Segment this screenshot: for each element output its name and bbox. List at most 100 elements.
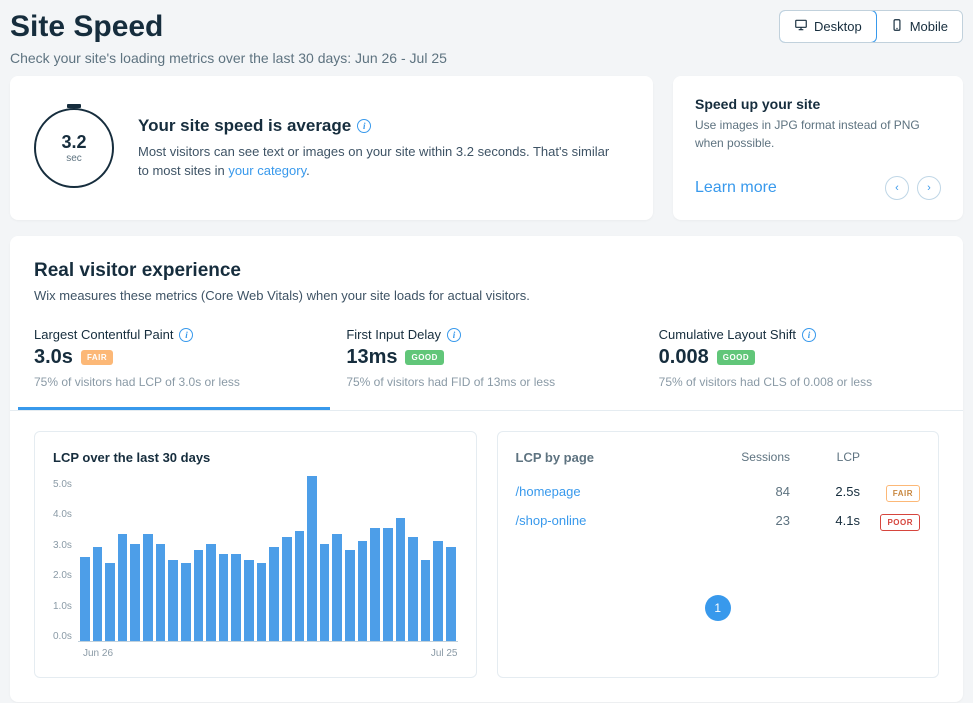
- device-mobile-button[interactable]: Mobile: [876, 11, 962, 42]
- chart-bar: [282, 537, 292, 641]
- experience-card: Real visitor experience Wix measures the…: [10, 236, 963, 702]
- x-end-label: Jul 25: [431, 648, 458, 659]
- pagination: 1: [516, 595, 921, 621]
- chart-bar: [396, 518, 406, 641]
- chart-bar: [105, 563, 115, 641]
- chart-bar: [130, 544, 140, 641]
- info-icon[interactable]: [357, 119, 371, 133]
- chart-bar: [156, 544, 166, 641]
- chart-bar: [143, 534, 153, 641]
- metric-tab-2[interactable]: Cumulative Layout Shift 0.008 GOOD 75% of v…: [643, 327, 955, 410]
- info-icon[interactable]: [179, 328, 193, 342]
- chart-bar: [80, 557, 90, 641]
- metric-sub: 75% of visitors had FID of 13ms or less: [346, 375, 626, 389]
- chart-bar: [231, 554, 241, 641]
- device-desktop-label: Desktop: [814, 19, 862, 34]
- chart-bar: [421, 560, 431, 641]
- table-title: LCP by page: [516, 450, 711, 465]
- summary-body: Most visitors can see text or images on …: [138, 142, 618, 181]
- page-title: Site Speed: [10, 10, 447, 44]
- chart-title: LCP over the last 30 days: [53, 450, 458, 465]
- speed-unit: sec: [66, 153, 82, 164]
- summary-body-text-1: Most visitors can see text or images on …: [138, 144, 609, 179]
- metric-name: First Input Delay: [346, 327, 626, 342]
- info-icon[interactable]: [447, 328, 461, 342]
- chart-bar: [433, 541, 443, 641]
- chart-bar: [332, 534, 342, 641]
- chart-bar: [295, 531, 305, 641]
- desktop-icon: [794, 18, 808, 35]
- summary-card: 3.2 sec Your site speed is average Most …: [10, 76, 653, 220]
- y-tick: 5.0s: [53, 479, 72, 490]
- metric-tabs: Largest Contentful Paint 3.0s FAIR 75% of v…: [10, 327, 963, 411]
- chart-panel: LCP over the last 30 days 5.0s 4.0s 3.0s 2.…: [34, 431, 477, 678]
- x-start-label: Jun 26: [83, 648, 113, 659]
- category-link[interactable]: your category: [228, 163, 306, 178]
- table-row: /homepage842.5sFAIR: [516, 477, 921, 506]
- chart-bar: [408, 537, 418, 641]
- table-sessions: 84: [710, 484, 790, 499]
- info-icon[interactable]: [802, 328, 816, 342]
- metric-tab-0[interactable]: Largest Contentful Paint 3.0s FAIR 75% of v…: [18, 327, 330, 410]
- y-tick: 0.0s: [53, 631, 72, 642]
- metric-badge: GOOD: [405, 350, 443, 365]
- table-col-sessions: Sessions: [710, 450, 790, 465]
- chart-bar: [345, 550, 355, 641]
- table-badge: FAIR: [886, 485, 920, 502]
- table-sessions: 23: [710, 513, 790, 528]
- next-tip-button[interactable]: ›: [917, 176, 941, 200]
- learn-more-link[interactable]: Learn more: [695, 179, 777, 197]
- chart-bar: [168, 560, 178, 641]
- mobile-icon: [890, 18, 904, 35]
- chart-bar: [194, 550, 204, 641]
- metric-name: Largest Contentful Paint: [34, 327, 314, 342]
- chart-x-axis: Jun 26 Jul 25: [53, 642, 458, 659]
- page-1-button[interactable]: 1: [705, 595, 731, 621]
- table-lcp: 4.1s: [790, 513, 860, 528]
- metric-name: Cumulative Layout Shift: [659, 327, 939, 342]
- experience-desc: Wix measures these metrics (Core Web Vit…: [34, 288, 939, 303]
- chart-bar: [383, 528, 393, 641]
- table-col-lcp: LCP: [790, 450, 860, 465]
- summary-body-text-2: .: [306, 163, 310, 178]
- table-row: /shop-online234.1s POOR: [516, 506, 921, 535]
- chevron-right-icon: ›: [927, 182, 931, 194]
- chevron-left-icon: ‹: [895, 182, 899, 194]
- metric-badge: FAIR: [81, 350, 113, 365]
- chart-bar: [446, 547, 456, 641]
- chart-bar: [244, 560, 254, 641]
- metric-value: 0.008: [659, 346, 709, 369]
- chart-bar: [206, 544, 216, 641]
- metric-sub: 75% of visitors had CLS of 0.008 or less: [659, 375, 939, 389]
- speed-value: 3.2: [61, 132, 86, 153]
- table-page-link[interactable]: /shop-online: [516, 513, 711, 528]
- chart-bar: [257, 563, 267, 641]
- chart-bar: [307, 476, 317, 641]
- y-tick: 4.0s: [53, 509, 72, 520]
- table-panel: LCP by page Sessions LCP /homepage842.5s…: [497, 431, 940, 678]
- lcp-chart: 5.0s4.0s3.0s2.0s1.0s0.0s Jun 26 Jul 25: [53, 479, 458, 659]
- chart-y-axis: 5.0s4.0s3.0s2.0s1.0s0.0s: [53, 479, 78, 642]
- prev-tip-button[interactable]: ‹: [885, 176, 909, 200]
- table-badge: POOR: [880, 514, 920, 531]
- chart-bar: [370, 528, 380, 641]
- tip-body: Use images in JPG format instead of PNG …: [695, 116, 941, 152]
- metric-value: 13ms: [346, 346, 397, 369]
- metric-tab-1[interactable]: First Input Delay 13ms GOOD 75% of visitors…: [330, 327, 642, 410]
- y-tick: 3.0s: [53, 540, 72, 551]
- chart-bar: [269, 547, 279, 641]
- device-desktop-button[interactable]: Desktop: [779, 10, 877, 43]
- chart-bars: [78, 479, 458, 641]
- table-page-link[interactable]: /homepage: [516, 484, 711, 499]
- page-subtitle: Check your site's loading metrics over t…: [10, 50, 447, 66]
- experience-title: Real visitor experience: [34, 260, 939, 282]
- metric-sub: 75% of visitors had LCP of 3.0s or less: [34, 375, 314, 389]
- summary-headline: Your site speed is average: [138, 116, 351, 136]
- metric-value: 3.0s: [34, 346, 73, 369]
- chart-bar: [181, 563, 191, 641]
- y-tick: 2.0s: [53, 570, 72, 581]
- metric-badge: GOOD: [717, 350, 755, 365]
- stopwatch-icon: 3.2 sec: [34, 108, 114, 188]
- chart-bar: [358, 541, 368, 641]
- chart-bar: [118, 534, 128, 641]
